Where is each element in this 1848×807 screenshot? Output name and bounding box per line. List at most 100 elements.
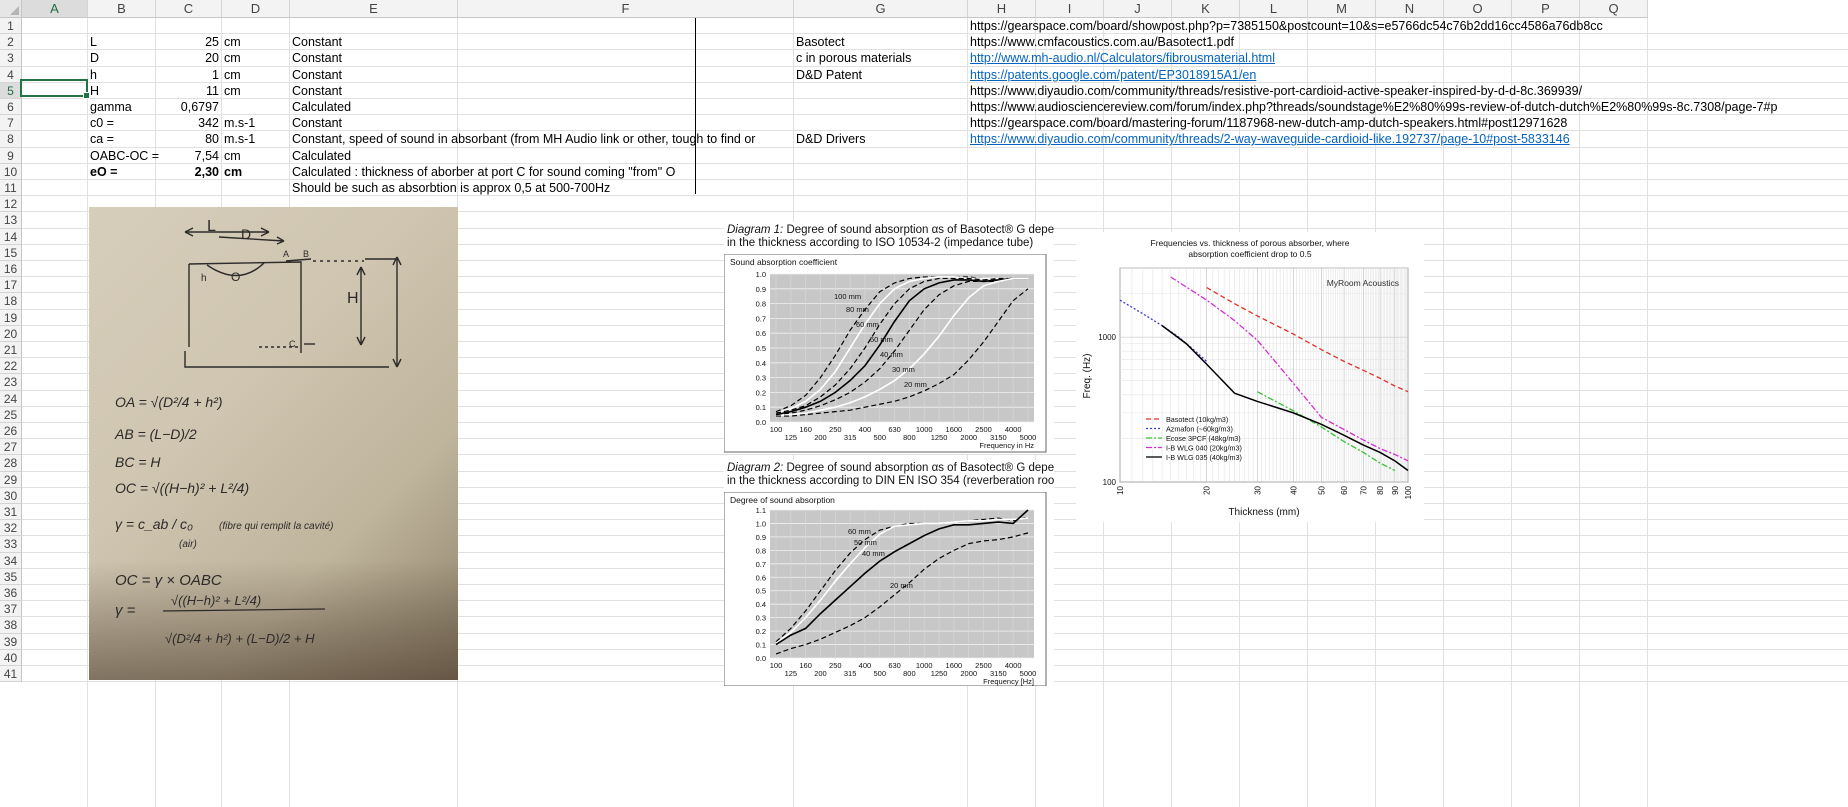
column-header-a[interactable]: A	[22, 0, 88, 18]
column-header-k[interactable]: K	[1172, 0, 1240, 18]
row-header-32[interactable]: 32	[0, 520, 22, 537]
column-header-p[interactable]: P	[1512, 0, 1580, 18]
column-header-b[interactable]: B	[88, 0, 156, 18]
row-header-2[interactable]: 2	[0, 34, 22, 51]
cell-c5[interactable]: 11	[156, 84, 219, 98]
row-header-5[interactable]: 5	[0, 82, 22, 99]
cell-b9[interactable]: OABC-OC =	[90, 149, 159, 163]
cell-c3[interactable]: 20	[156, 51, 219, 65]
row-header-7[interactable]: 7	[0, 115, 22, 132]
cell-b3[interactable]: D	[90, 51, 99, 65]
cell-b8[interactable]: ca =	[90, 132, 114, 146]
row-header-26[interactable]: 26	[0, 423, 22, 440]
select-all-corner[interactable]	[0, 0, 22, 18]
row-header-18[interactable]: 18	[0, 293, 22, 310]
cell-d3[interactable]: cm	[224, 51, 241, 65]
active-cell-selection[interactable]	[20, 79, 90, 99]
cell-e8[interactable]: Constant, speed of sound in absorbant (f…	[292, 132, 755, 146]
cell-c4[interactable]: 1	[156, 68, 219, 82]
row-header-35[interactable]: 35	[0, 568, 22, 585]
row-header-19[interactable]: 19	[0, 309, 22, 326]
column-header-m[interactable]: M	[1308, 0, 1376, 18]
row-header-29[interactable]: 29	[0, 471, 22, 488]
cell-e3[interactable]: Constant	[292, 51, 342, 65]
column-header-n[interactable]: N	[1376, 0, 1444, 18]
column-header-e[interactable]: E	[290, 0, 458, 18]
cell-c7[interactable]: 342	[156, 116, 219, 130]
cell-h2[interactable]: https://www.cmfacoustics.com.au/Basotect…	[970, 35, 1234, 49]
row-header-39[interactable]: 39	[0, 633, 22, 650]
column-header-q[interactable]: Q	[1580, 0, 1648, 18]
spreadsheet-grid[interactable]: ABCDEFGHIJKLMNOPQ 1 2 3 4 5 6 7 8 9 10 11 12 13 14 15 1…	[0, 0, 1848, 807]
cell-d5[interactable]: cm	[224, 84, 241, 98]
row-header-28[interactable]: 28	[0, 455, 22, 472]
row-header-21[interactable]: 21	[0, 342, 22, 359]
cell-d7[interactable]: m.s-1	[224, 116, 255, 130]
row-header-17[interactable]: 17	[0, 277, 22, 294]
row-header-24[interactable]: 24	[0, 390, 22, 407]
cell-b6[interactable]: gamma	[90, 100, 132, 114]
cell-e7[interactable]: Constant	[292, 116, 342, 130]
handwritten-notes-image[interactable]: L D H h O A B C OA = √(D²/4 + h²) AB = (…	[89, 207, 458, 680]
cell-c6[interactable]: 0,6797	[156, 100, 219, 114]
cell-g3[interactable]: c in porous materials	[796, 51, 911, 65]
cell-h3[interactable]: http://www.mh-audio.nl/Calculators/fibro…	[970, 51, 1275, 65]
row-header-15[interactable]: 15	[0, 244, 22, 261]
row-header-40[interactable]: 40	[0, 649, 22, 666]
row-header-36[interactable]: 36	[0, 585, 22, 602]
row-header-14[interactable]: 14	[0, 228, 22, 245]
column-header-c[interactable]: C	[156, 0, 222, 18]
row-header-41[interactable]: 41	[0, 666, 22, 683]
row-header-9[interactable]: 9	[0, 147, 22, 164]
cell-h1[interactable]: https://gearspace.com/board/showpost.php…	[970, 19, 1603, 33]
cell-c9[interactable]: 7,54	[156, 149, 219, 163]
cell-e4[interactable]: Constant	[292, 68, 342, 82]
row-header-38[interactable]: 38	[0, 617, 22, 634]
cell-c8[interactable]: 80	[156, 132, 219, 146]
cell-e6[interactable]: Calculated	[292, 100, 351, 114]
row-header-20[interactable]: 20	[0, 325, 22, 342]
column-header-f[interactable]: F	[458, 0, 794, 18]
row-header-27[interactable]: 27	[0, 439, 22, 456]
diagram2-image[interactable]: Diagram 2: Degree of sound absorption αs…	[724, 460, 1054, 686]
column-header-j[interactable]: J	[1104, 0, 1172, 18]
row-header-33[interactable]: 33	[0, 536, 22, 553]
row-header-34[interactable]: 34	[0, 552, 22, 569]
row-header-30[interactable]: 30	[0, 487, 22, 504]
cell-c2[interactable]: 25	[156, 35, 219, 49]
row-header-13[interactable]: 13	[0, 212, 22, 229]
cell-e10[interactable]: Calculated : thickness of aborber at por…	[292, 165, 675, 179]
cell-e9[interactable]: Calculated	[292, 149, 351, 163]
row-header-25[interactable]: 25	[0, 406, 22, 423]
cell-d8[interactable]: m.s-1	[224, 132, 255, 146]
column-header-d[interactable]: D	[222, 0, 290, 18]
cell-b2[interactable]: L	[90, 35, 97, 49]
row-header-1[interactable]: 1	[0, 18, 22, 35]
cell-c10[interactable]: 2,30	[156, 165, 219, 179]
cell-h5[interactable]: https://www.diyaudio.com/community/threa…	[970, 84, 1582, 98]
row-header-37[interactable]: 37	[0, 601, 22, 618]
cell-h6[interactable]: https://www.audiosciencereview.com/forum…	[970, 100, 1777, 114]
cell-b10[interactable]: eO =	[90, 165, 117, 179]
column-header-l[interactable]: L	[1240, 0, 1308, 18]
row-header-16[interactable]: 16	[0, 261, 22, 278]
diagram1-image[interactable]: Diagram 1: Degree of sound absorption αs…	[724, 222, 1054, 454]
row-header-23[interactable]: 23	[0, 374, 22, 391]
cell-d4[interactable]: cm	[224, 68, 241, 82]
cell-d9[interactable]: cm	[224, 149, 241, 163]
cell-h7[interactable]: https://gearspace.com/board/mastering-fo…	[970, 116, 1567, 130]
row-header-4[interactable]: 4	[0, 66, 22, 83]
row-header-31[interactable]: 31	[0, 504, 22, 521]
cell-b7[interactable]: c0 =	[90, 116, 114, 130]
row-header-12[interactable]: 12	[0, 196, 22, 213]
cell-g8[interactable]: D&D Drivers	[796, 132, 865, 146]
column-header-g[interactable]: G	[794, 0, 968, 18]
cell-b5[interactable]: H	[90, 84, 99, 98]
row-header-3[interactable]: 3	[0, 50, 22, 67]
cell-g4[interactable]: D&D Patent	[796, 68, 862, 82]
cell-d10[interactable]: cm	[224, 165, 242, 179]
column-header-i[interactable]: I	[1036, 0, 1104, 18]
thickness-frequency-chart-image[interactable]: Frequencies vs. thickness of porous abso…	[1076, 232, 1424, 522]
row-header-6[interactable]: 6	[0, 99, 22, 116]
cell-b4[interactable]: h	[90, 68, 97, 82]
